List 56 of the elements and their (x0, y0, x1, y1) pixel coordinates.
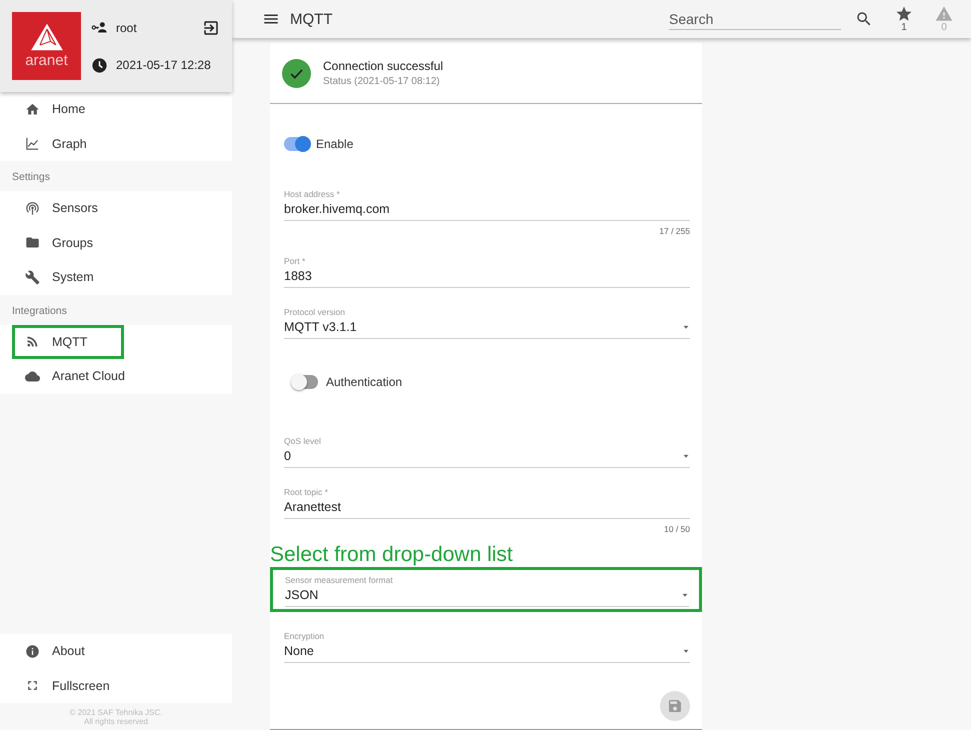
wrench-icon (25, 270, 40, 285)
toggle-label: Authentication (326, 375, 402, 389)
select-field[interactable]: QoS level 0 (284, 435, 690, 468)
character-counter: 10 / 50 (664, 524, 690, 534)
folder-icon (25, 235, 40, 250)
section-heading: Integrations (11, 304, 68, 318)
rss-icon (25, 334, 40, 350)
nav-item[interactable]: About (12, 634, 122, 668)
triangle-logo-icon (28, 22, 64, 52)
caret-icon (681, 593, 689, 598)
logout-button[interactable] (202, 18, 220, 36)
username: root (116, 20, 137, 34)
save-icon (667, 698, 683, 714)
caret-icon (682, 649, 690, 654)
antenna-icon (25, 200, 40, 216)
date-time: 2021-05-17 12:28 (116, 58, 211, 72)
clock-icon (91, 56, 108, 74)
nav-item[interactable]: Sensors (12, 191, 135, 226)
nav-item[interactable]: Aranet Cloud (12, 359, 162, 394)
favorites-button[interactable]: 1 (895, 5, 913, 33)
status-time: Status (2021-05-17 08:12) (323, 76, 441, 87)
nav-item[interactable]: System (12, 260, 131, 294)
caret-icon (682, 454, 690, 459)
nav-item[interactable]: Groups (12, 226, 130, 260)
warning-icon (935, 5, 953, 23)
nav-item[interactable]: MQTT (12, 324, 124, 359)
caret-icon (682, 325, 690, 330)
input-field[interactable]: Host address * broker.hivemq.com (284, 188, 690, 221)
select-field[interactable]: Protocol version MQTT v3.1.1 (284, 306, 690, 339)
line-chart-icon (25, 136, 40, 152)
nav-item[interactable]: Home (12, 92, 122, 126)
page-title: MQTT (290, 10, 332, 28)
check-circle-icon (282, 58, 311, 88)
annotation-text: Select from drop-down list (270, 544, 513, 566)
select-field[interactable]: Encryption None (284, 630, 690, 663)
search-icon (855, 10, 873, 28)
copyright-text: © 2021 SAF Tehnika JSC. (68, 708, 164, 717)
logout-icon (202, 18, 220, 36)
search-button[interactable] (855, 10, 873, 28)
nav-item[interactable]: Graph (12, 126, 124, 161)
toggle-switch[interactable] (294, 375, 318, 389)
nav-item[interactable]: Fullscreen (12, 668, 147, 703)
cloud-icon (25, 368, 40, 384)
character-counter: 17 / 255 (659, 226, 690, 236)
input-field[interactable]: Port * 1883 (284, 255, 690, 288)
home-icon (25, 102, 40, 117)
logo-text: aranet (25, 52, 68, 70)
section-heading: Settings (11, 170, 51, 185)
copyright-text: All rights reserved (82, 717, 150, 726)
toggle-label: Enable (316, 137, 354, 151)
input-field[interactable]: Root topic * Aranettest (284, 486, 690, 519)
star-icon (895, 5, 913, 23)
status-title: Connection successful (323, 59, 444, 73)
search-field[interactable]: Search (669, 8, 841, 30)
info-icon (25, 644, 40, 659)
toggle-switch[interactable] (284, 137, 308, 151)
